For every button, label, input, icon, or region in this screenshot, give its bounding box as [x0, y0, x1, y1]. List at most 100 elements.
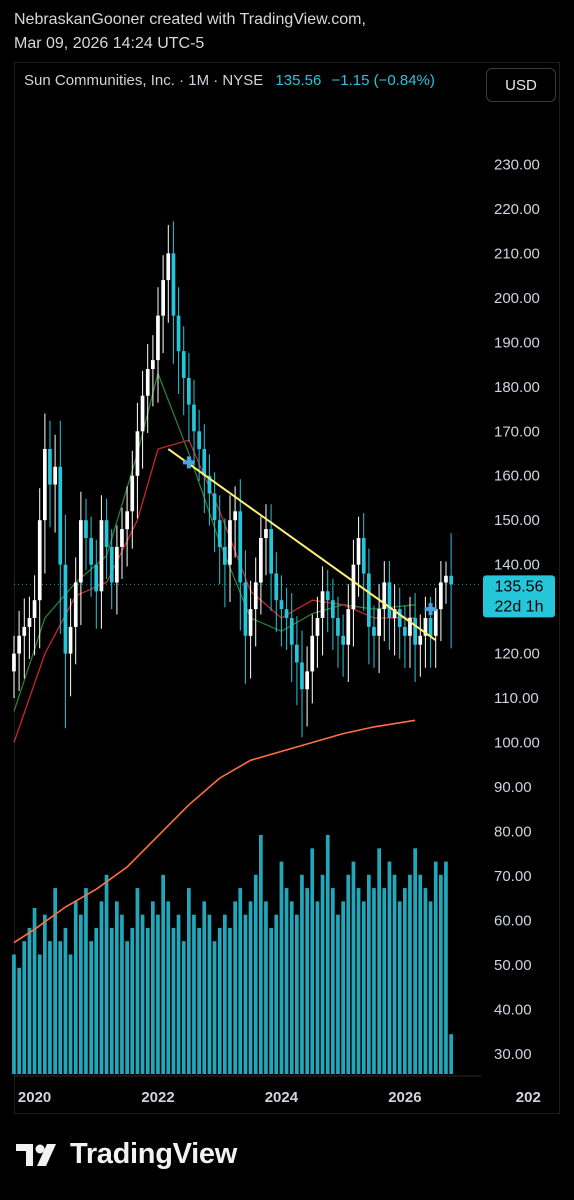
- candle-body: [295, 644, 299, 663]
- volume-bar: [428, 901, 433, 1074]
- candle-body: [99, 520, 104, 592]
- volume-bar: [253, 874, 258, 1074]
- candle-body: [32, 600, 37, 618]
- volume-bar: [356, 888, 361, 1074]
- y-tick-label: 120.00: [494, 646, 540, 663]
- volume-bar: [295, 914, 299, 1074]
- candle-body: [115, 546, 119, 583]
- candle-body: [192, 404, 196, 432]
- y-tick-label: 220.00: [494, 201, 540, 218]
- candle-body: [418, 635, 423, 645]
- candle-body: [130, 475, 135, 512]
- y-tick-label: 150.00: [494, 512, 540, 529]
- candle-body: [120, 529, 124, 547]
- candle-body: [151, 360, 155, 369]
- y-tick-label: 200.00: [494, 290, 540, 307]
- candle-body: [166, 253, 171, 281]
- candle-body: [48, 449, 52, 485]
- price-tag-countdown: 22d 1h: [495, 598, 544, 615]
- price-tag-value: 135.56: [495, 578, 544, 595]
- candle-body: [156, 315, 160, 361]
- candle-body: [125, 511, 129, 530]
- volume-bar: [341, 901, 345, 1074]
- candle-body: [449, 575, 453, 585]
- y-tick-label: 60.00: [494, 912, 532, 929]
- candle-body: [197, 431, 201, 450]
- volume-bar: [187, 888, 191, 1074]
- volume-bar: [32, 908, 37, 1074]
- volume-bar: [351, 861, 356, 1074]
- y-tick-label: 230.00: [494, 157, 540, 174]
- volume-bar: [166, 901, 171, 1074]
- candle-body: [171, 253, 176, 316]
- candle-body: [202, 449, 207, 476]
- volume-bar: [289, 901, 294, 1074]
- tradingview-logo-icon: [16, 1143, 56, 1166]
- volume-bar: [336, 914, 340, 1074]
- volume-bar: [300, 874, 304, 1074]
- volume-bar: [17, 967, 21, 1074]
- volume-bar: [243, 914, 248, 1074]
- volume-bar: [325, 835, 330, 1074]
- volume-bar: [161, 874, 165, 1074]
- volume-bar: [12, 954, 16, 1074]
- candle-body: [346, 609, 351, 645]
- volume-bar: [115, 901, 119, 1074]
- volume-bar: [423, 888, 428, 1074]
- volume-bar: [145, 927, 150, 1074]
- candle-body: [73, 582, 78, 627]
- candle-body: [341, 635, 345, 645]
- candle-body: [433, 609, 438, 636]
- x-tick-label: 202: [516, 1089, 541, 1106]
- currency-button[interactable]: USD: [486, 68, 556, 102]
- volume-bar: [130, 927, 135, 1074]
- candle-body: [238, 511, 243, 583]
- y-tick-label: 170.00: [494, 423, 540, 440]
- candle-body: [53, 466, 57, 485]
- volume-bar: [22, 941, 27, 1074]
- volume-bar: [151, 901, 155, 1074]
- volume-bar: [109, 927, 114, 1074]
- volume-bar: [171, 927, 176, 1074]
- candle-body: [403, 626, 407, 636]
- candle-body: [68, 626, 73, 654]
- x-tick-label: 2024: [265, 1089, 299, 1106]
- volume-bar: [418, 874, 423, 1074]
- candle-body: [356, 538, 361, 565]
- candle-body: [181, 351, 186, 378]
- candle-body: [161, 280, 165, 316]
- candle-body: [439, 582, 443, 610]
- volume-bar: [392, 874, 397, 1074]
- volume-bar: [377, 848, 381, 1074]
- candle-body: [320, 591, 325, 618]
- y-tick-label: 210.00: [494, 245, 540, 262]
- candle-body: [109, 546, 114, 583]
- volume-bar: [382, 888, 387, 1074]
- candle-body: [336, 618, 340, 636]
- candle-body: [37, 520, 42, 601]
- candle-body: [253, 582, 258, 610]
- volume-bar: [346, 874, 351, 1074]
- volume-bar: [279, 861, 284, 1074]
- candle-body: [269, 529, 273, 574]
- y-tick-label: 110.00: [494, 690, 539, 707]
- volume-bar: [212, 941, 217, 1074]
- tradingview-logo[interactable]: TradingView: [16, 1138, 237, 1171]
- volume-bar: [439, 874, 443, 1074]
- volume-bar: [73, 901, 78, 1074]
- volume-bar: [43, 914, 47, 1074]
- candle-body: [248, 609, 253, 636]
- candle-body: [284, 609, 289, 618]
- trendline: [167, 448, 437, 642]
- volume-bar: [68, 954, 73, 1074]
- candle-body: [212, 493, 217, 521]
- volume-bar: [104, 874, 109, 1074]
- symbol-legend: Sun Communities, Inc. · 1M · NYSE 135.56…: [24, 72, 435, 89]
- volume-bar: [269, 927, 273, 1074]
- candle-body: [387, 582, 392, 618]
- price-chart[interactable]: 230.00 220.00 210.00 200.00 190.00 180.00 170.…: [0, 0, 574, 1200]
- candle-body: [367, 573, 371, 627]
- volume-bar: [397, 901, 402, 1074]
- volume-bar: [37, 954, 42, 1074]
- volume-bar: [361, 901, 366, 1074]
